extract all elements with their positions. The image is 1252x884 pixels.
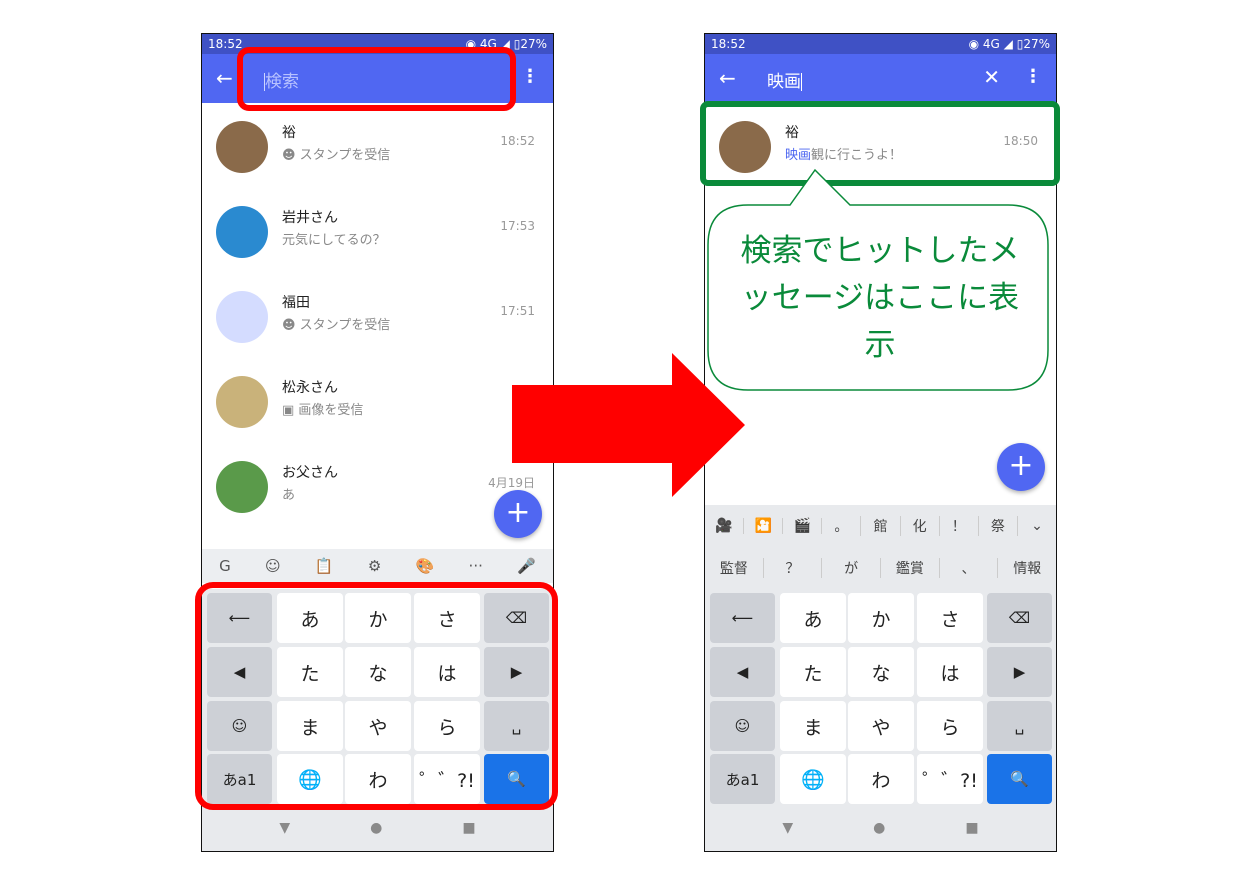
- annotation-shapes: [512, 168, 1049, 497]
- arrow-right: [512, 353, 745, 497]
- callout-text: 検索でヒットしたメッセージはここに表示: [740, 233, 1020, 363]
